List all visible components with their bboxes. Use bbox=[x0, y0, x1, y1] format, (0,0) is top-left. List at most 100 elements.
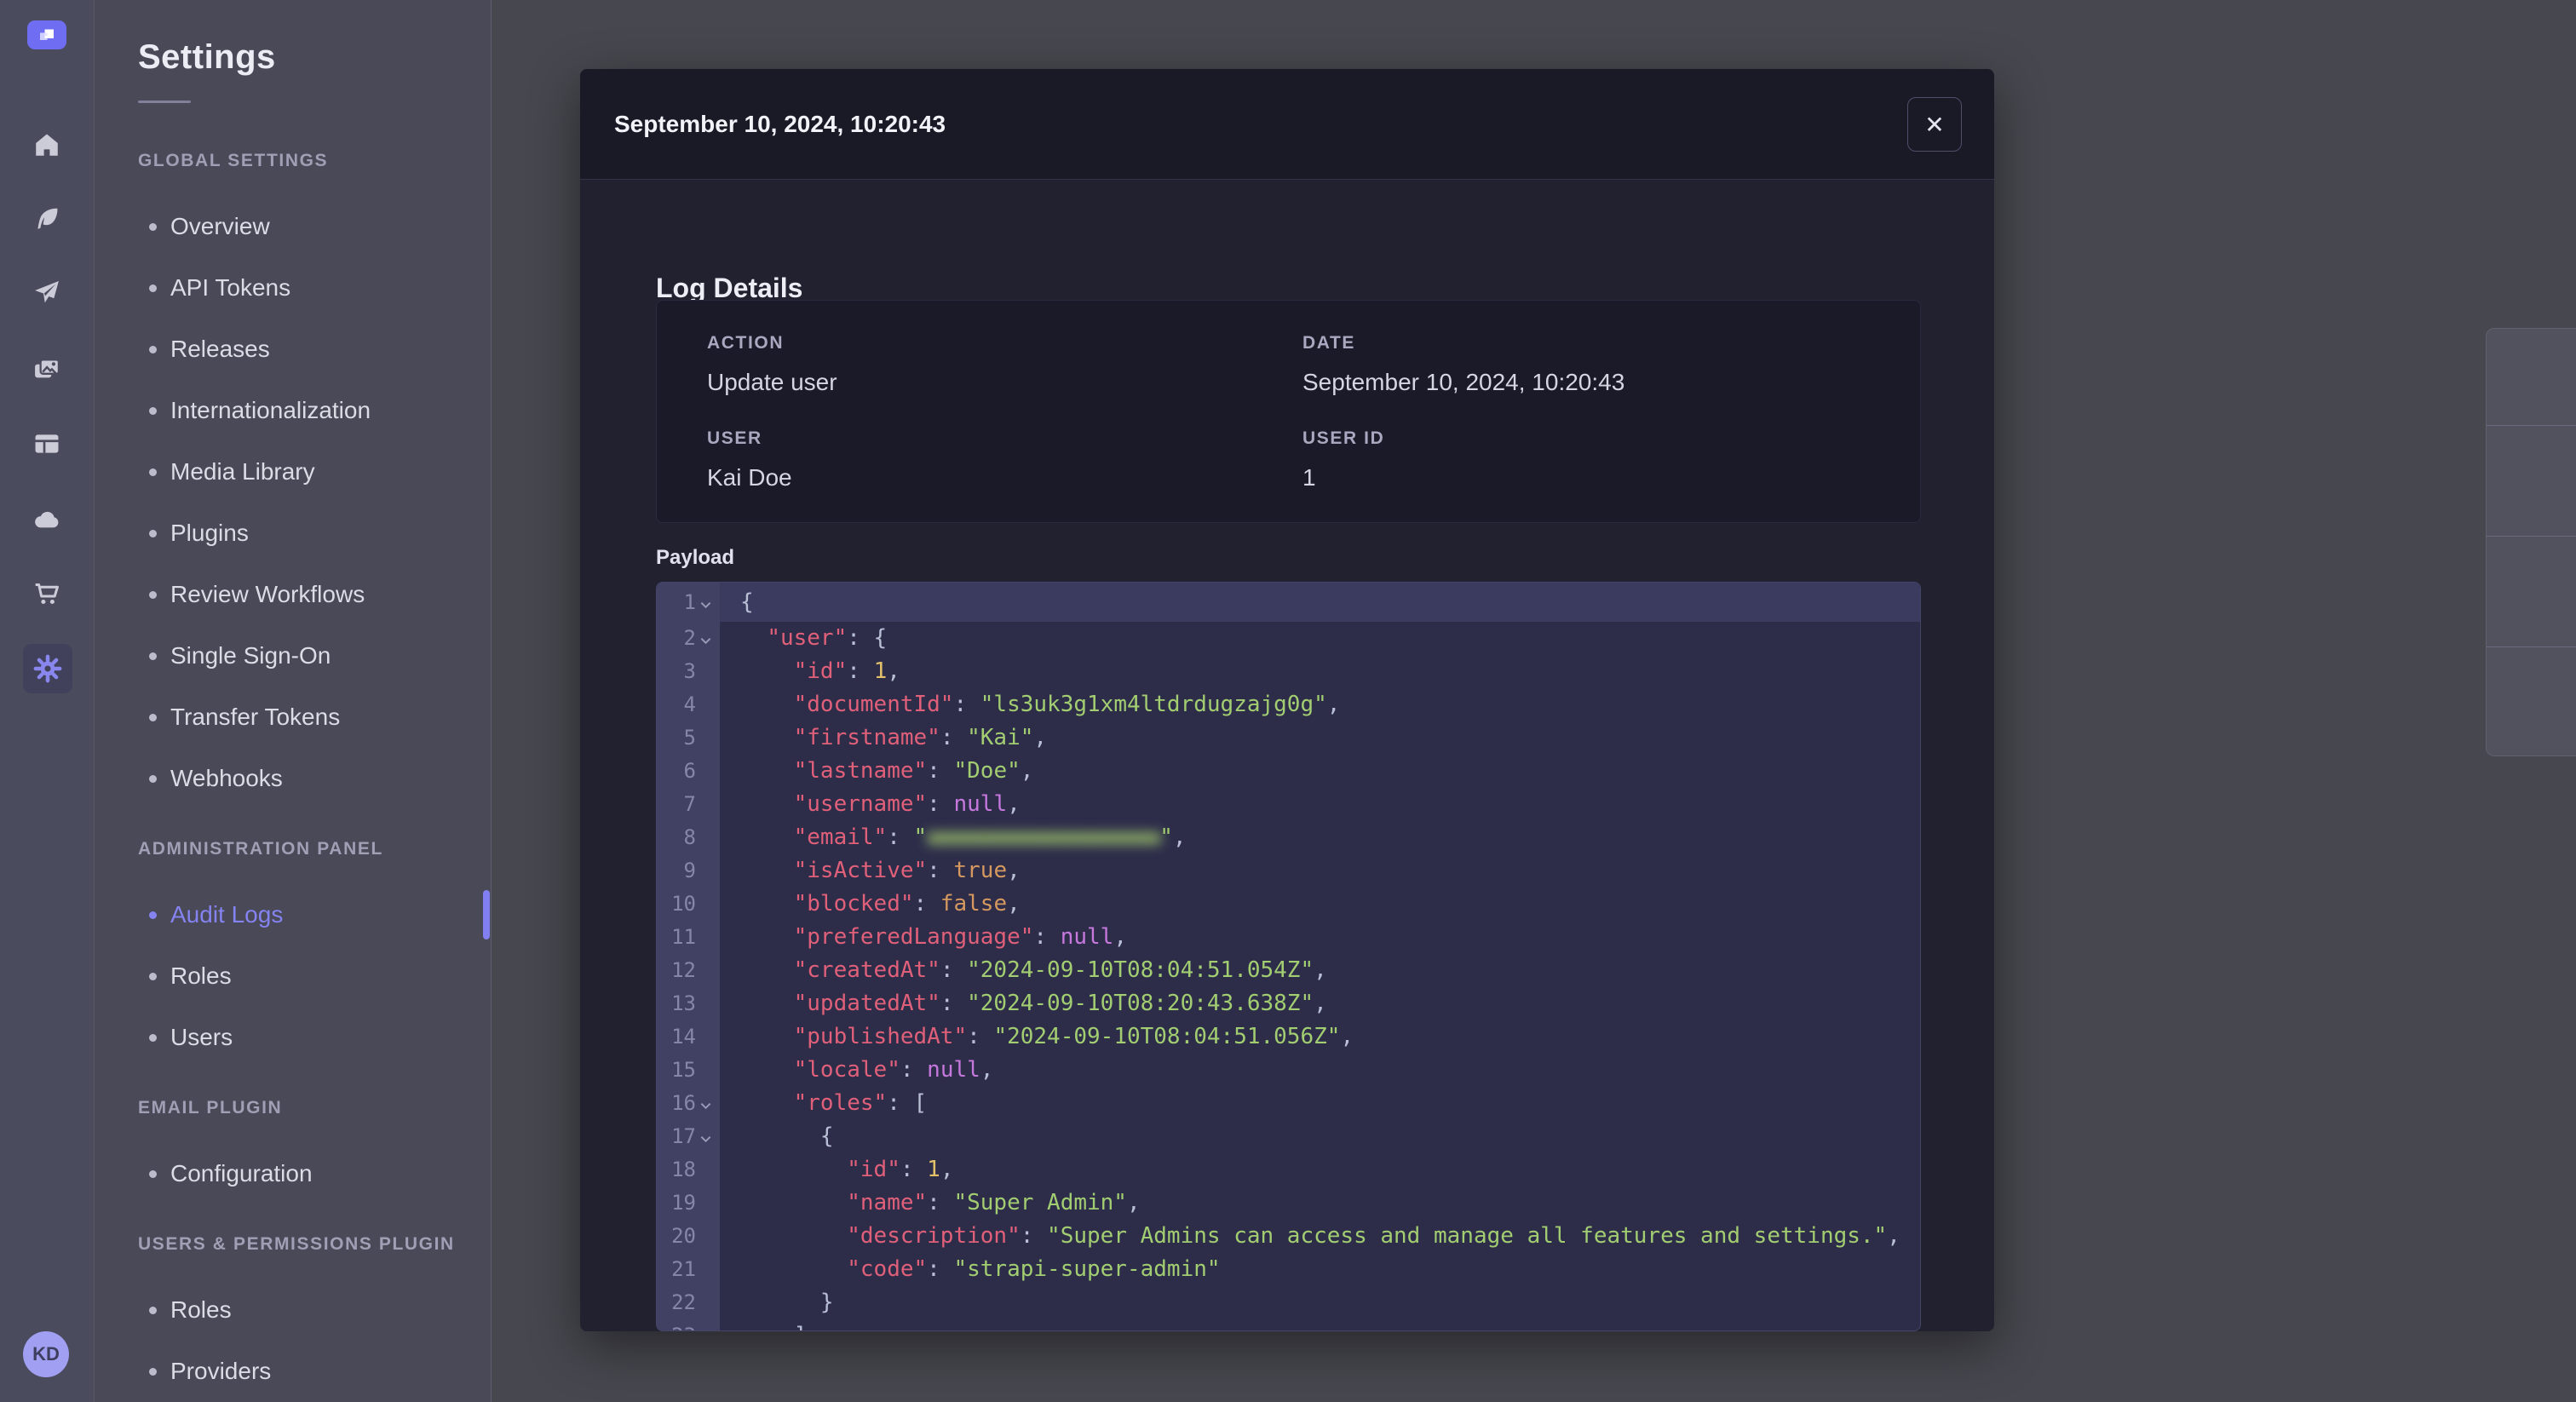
cart-icon bbox=[35, 583, 59, 605]
sidebar-item-media-library[interactable]: Media Library bbox=[95, 448, 491, 496]
sidebar-item-webhooks[interactable]: Webhooks bbox=[95, 755, 491, 802]
sidebar-item-plugins[interactable]: Plugins bbox=[95, 509, 491, 557]
bullet-icon bbox=[149, 406, 157, 415]
line-number-gutter: 9 bbox=[657, 854, 720, 888]
chevron-down-icon bbox=[700, 1102, 710, 1110]
rail-item-feather[interactable] bbox=[32, 204, 62, 234]
bullet-icon bbox=[149, 590, 157, 599]
cloud-icon bbox=[35, 511, 59, 528]
sidebar-item-configuration[interactable]: Configuration bbox=[95, 1150, 491, 1198]
sidebar-item-label: API Tokens bbox=[170, 274, 291, 301]
sidebar-item-users[interactable]: Users bbox=[95, 1014, 491, 1061]
page-title: Settings bbox=[138, 38, 276, 76]
sidebar-item-api-tokens[interactable]: API Tokens bbox=[95, 264, 491, 312]
line-number-gutter: 12 bbox=[657, 954, 720, 987]
code-text: } bbox=[740, 1290, 834, 1315]
strapi-logo[interactable] bbox=[27, 20, 66, 49]
line-number-gutter[interactable]: 2 bbox=[657, 622, 720, 655]
bullet-icon bbox=[149, 284, 157, 292]
code-line-9: 9 "isActive": true, bbox=[657, 854, 1920, 888]
nav-section-header: ADMINISTRATION PANEL bbox=[138, 839, 383, 859]
modal-title: September 10, 2024, 10:20:43 bbox=[614, 110, 946, 137]
table-row-divider bbox=[2487, 425, 2576, 426]
sidebar-item-transfer-tokens[interactable]: Transfer Tokens bbox=[95, 693, 491, 741]
code-line-11: 11 "preferedLanguage": null, bbox=[657, 921, 1920, 954]
avatar-initials: KD bbox=[32, 1343, 60, 1365]
sidebar-item-releases[interactable]: Releases bbox=[95, 325, 491, 373]
code-line-6: 6 "lastname": "Doe", bbox=[657, 755, 1920, 788]
bullet-icon bbox=[149, 972, 157, 980]
sidebar-item-overview[interactable]: Overview bbox=[95, 203, 491, 250]
bullet-icon bbox=[149, 652, 157, 660]
field-date-label: DATE bbox=[1302, 333, 1356, 353]
bullet-icon bbox=[149, 529, 157, 537]
sidebar-item-providers[interactable]: Providers bbox=[95, 1347, 491, 1395]
sidebar-item-roles[interactable]: Roles bbox=[95, 952, 491, 1000]
rail-item-cart[interactable] bbox=[32, 578, 62, 609]
log-details-fields: ACTION Update user DATE September 10, 20… bbox=[656, 300, 1921, 523]
sidebar-item-internationalization[interactable]: Internationalization bbox=[95, 387, 491, 434]
nav-section-header: USERS & PERMISSIONS PLUGIN bbox=[138, 1234, 455, 1254]
code-text: "locale": null, bbox=[793, 1057, 994, 1083]
sidebar-item-label: Audit Logs bbox=[170, 901, 284, 928]
code-line-5: 5 "firstname": "Kai", bbox=[657, 721, 1920, 755]
sidebar-item-label: Review Workflows bbox=[170, 581, 365, 607]
line-number-gutter: 6 bbox=[657, 755, 720, 788]
line-number-gutter: 15 bbox=[657, 1054, 720, 1087]
line-number-gutter: 13 bbox=[657, 987, 720, 1020]
rail-item-cloud[interactable] bbox=[32, 504, 62, 535]
line-number-gutter[interactable]: 16 bbox=[657, 1087, 720, 1120]
field-user-value: Kai Doe bbox=[707, 464, 792, 491]
code-text: "preferedLanguage": null, bbox=[793, 924, 1127, 950]
payload-label: Payload bbox=[656, 546, 735, 569]
code-line-20: 20 "description": "Super Admins can acce… bbox=[657, 1220, 1920, 1253]
line-number-gutter: 4 bbox=[657, 688, 720, 721]
rail-item-home[interactable] bbox=[32, 129, 62, 160]
line-number-gutter: 11 bbox=[657, 921, 720, 954]
bullet-icon bbox=[149, 911, 157, 919]
bullet-icon bbox=[149, 1033, 157, 1042]
line-number-gutter: 7 bbox=[657, 788, 720, 821]
sidebar-item-roles[interactable]: Roles bbox=[95, 1286, 491, 1334]
line-number-gutter: 14 bbox=[657, 1020, 720, 1054]
chevron-down-icon bbox=[700, 637, 710, 645]
code-line-7: 7 "username": null, bbox=[657, 788, 1920, 821]
code-line-22: 22 } bbox=[657, 1286, 1920, 1319]
table-row-divider bbox=[2487, 646, 2576, 647]
code-text: "publishedAt": "2024-09-10T08:04:51.056Z… bbox=[793, 1024, 1354, 1049]
line-number-gutter: 18 bbox=[657, 1153, 720, 1187]
audit-logs-table-card bbox=[2486, 328, 2576, 756]
code-line-17: 17 { bbox=[657, 1120, 1920, 1153]
line-number-gutter: 20 bbox=[657, 1220, 720, 1253]
line-number-gutter: 10 bbox=[657, 888, 720, 921]
modal-header: September 10, 2024, 10:20:43 ✕ bbox=[580, 69, 1994, 180]
settings-sidebar: Settings GLOBAL SETTINGS Overview API Toke… bbox=[95, 0, 492, 1402]
payload-code-editor[interactable]: 1{2 "user": {3 "id": 1, 4 "documentId": "… bbox=[656, 582, 1921, 1331]
user-avatar[interactable]: KD bbox=[23, 1331, 69, 1377]
bullet-icon bbox=[149, 468, 157, 476]
code-line-4: 4 "documentId": "ls3uk3g1xm4ltdrdugzajg0… bbox=[657, 688, 1920, 721]
rail-item-layout[interactable] bbox=[32, 428, 62, 459]
chevron-down-icon bbox=[700, 601, 710, 609]
rail-item-media-library[interactable] bbox=[32, 354, 62, 385]
code-text: "lastname": "Doe", bbox=[793, 758, 1034, 784]
chevron-down-icon bbox=[700, 1135, 710, 1143]
rail-item-paper-plane[interactable] bbox=[32, 277, 62, 307]
code-text: { bbox=[720, 583, 1920, 622]
code-text: "id": 1, bbox=[847, 1157, 954, 1182]
code-text: { bbox=[740, 1123, 834, 1149]
code-text: "email": "●●●●●●●●●●●●●●●●●●●●", bbox=[793, 825, 1187, 850]
code-line-2: 2 "user": { bbox=[657, 622, 1920, 655]
line-number-gutter[interactable]: 17 bbox=[657, 1120, 720, 1153]
close-button[interactable]: ✕ bbox=[1907, 97, 1962, 152]
field-action-label: ACTION bbox=[707, 333, 785, 353]
sidebar-item-audit-logs[interactable]: Audit Logs bbox=[95, 891, 491, 939]
code-text: ] bbox=[720, 1319, 1920, 1330]
sidebar-item-single-sign-on[interactable]: Single Sign-On bbox=[95, 632, 491, 680]
sidebar-item-label: Transfer Tokens bbox=[170, 704, 341, 730]
code-text: "code": "strapi-super-admin" bbox=[847, 1256, 1221, 1282]
line-number-gutter[interactable]: 1 bbox=[657, 583, 720, 622]
sidebar-item-review-workflows[interactable]: Review Workflows bbox=[95, 571, 491, 618]
rail-item-settings-active[interactable] bbox=[23, 644, 72, 693]
code-text: "description": "Super Admins can access … bbox=[847, 1223, 1900, 1249]
